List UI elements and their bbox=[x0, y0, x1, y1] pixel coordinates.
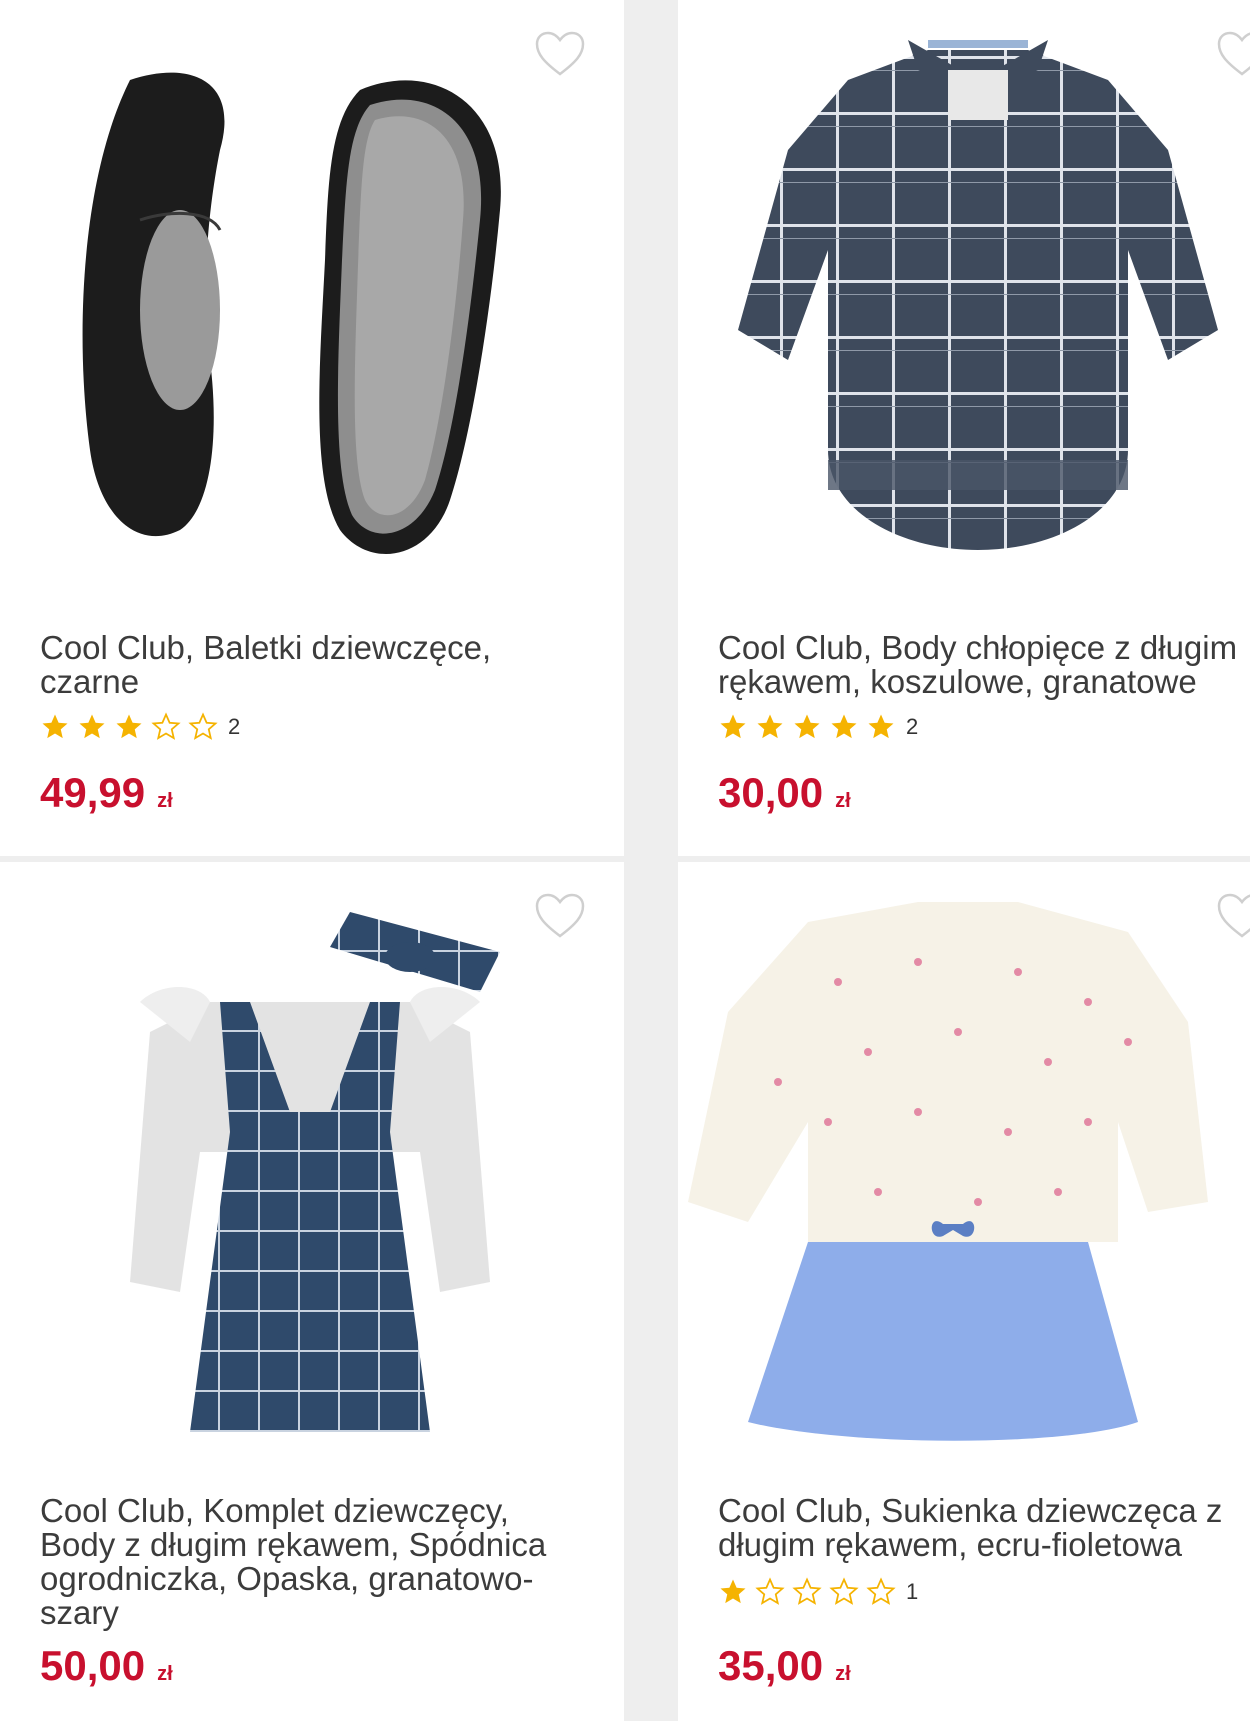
star-empty-icon bbox=[755, 1577, 785, 1607]
star-full-icon bbox=[866, 712, 896, 742]
rating-count: 1 bbox=[906, 1579, 919, 1604]
product-card[interactable]: Cool Club, Komplet dziewczęcy, Body z dł… bbox=[0, 862, 624, 1721]
plaid-bodysuit-image[interactable] bbox=[698, 30, 1250, 610]
star-full-icon bbox=[718, 1577, 748, 1607]
sweater-dress-image[interactable] bbox=[688, 902, 1248, 1462]
rating: 2 bbox=[718, 710, 918, 744]
product-title[interactable]: Cool Club, Baletki dziewczęce, czarne bbox=[40, 631, 580, 699]
heart-icon[interactable] bbox=[1216, 892, 1250, 940]
star-empty-icon bbox=[188, 712, 218, 742]
price-currency: zł bbox=[835, 1663, 851, 1685]
price: 35,00 zł bbox=[718, 1642, 851, 1690]
star-empty-icon bbox=[866, 1577, 896, 1607]
price: 30,00 zł bbox=[718, 769, 851, 817]
price-value: 50,00 bbox=[40, 1642, 146, 1689]
rating: 2 bbox=[40, 710, 240, 744]
star-full-icon bbox=[114, 712, 144, 742]
product-card[interactable]: Cool Club, Sukienka dziewczęca z długim … bbox=[678, 862, 1250, 1721]
pinafore-set-image[interactable] bbox=[80, 892, 540, 1452]
price-value: 30,00 bbox=[718, 769, 824, 816]
rating: 1 bbox=[718, 1575, 918, 1609]
product-title[interactable]: Cool Club, Sukienka dziewczęca z długim … bbox=[718, 1494, 1250, 1562]
heart-icon[interactable] bbox=[1216, 30, 1250, 78]
product-title[interactable]: Cool Club, Body chłopięce z długim rękaw… bbox=[718, 631, 1250, 699]
product-card[interactable]: Cool Club, Baletki dziewczęce, czarne 2 … bbox=[0, 0, 624, 856]
price-value: 35,00 bbox=[718, 1642, 824, 1689]
star-full-icon bbox=[829, 712, 859, 742]
product-title[interactable]: Cool Club, Komplet dziewczęcy, Body z dł… bbox=[40, 1494, 590, 1630]
price: 50,00 zł bbox=[40, 1642, 173, 1690]
star-empty-icon bbox=[829, 1577, 859, 1607]
star-full-icon bbox=[718, 712, 748, 742]
price-value: 49,99 bbox=[40, 769, 146, 816]
star-empty-icon bbox=[151, 712, 181, 742]
price: 49,99 zł bbox=[40, 769, 173, 817]
ballet-shoes-image[interactable] bbox=[70, 60, 550, 580]
heart-icon[interactable] bbox=[534, 892, 586, 940]
star-full-icon bbox=[40, 712, 70, 742]
rating-count: 2 bbox=[228, 714, 241, 739]
price-currency: zł bbox=[835, 790, 851, 812]
price-currency: zł bbox=[157, 790, 173, 812]
product-card[interactable]: Cool Club, Body chłopięce z długim rękaw… bbox=[678, 0, 1250, 856]
heart-icon[interactable] bbox=[534, 30, 586, 78]
rating-count: 2 bbox=[906, 714, 919, 739]
star-full-icon bbox=[77, 712, 107, 742]
star-full-icon bbox=[755, 712, 785, 742]
star-empty-icon bbox=[792, 1577, 822, 1607]
price-currency: zł bbox=[157, 1663, 173, 1685]
star-full-icon bbox=[792, 712, 822, 742]
